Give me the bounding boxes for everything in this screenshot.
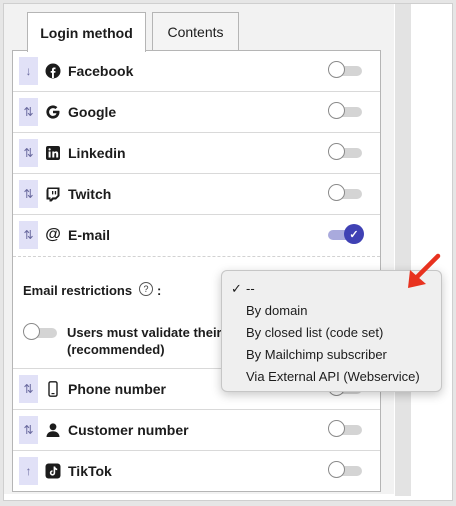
sort-handle[interactable]: ⇅ (19, 98, 38, 126)
sort-handle[interactable]: ⇅ (19, 416, 38, 444)
sort-handle[interactable]: ⇅ (19, 375, 38, 403)
validate-toggle[interactable] (23, 323, 57, 340)
facebook-icon (45, 63, 61, 79)
provider-row-customer-number: ⇅ Customer number (13, 410, 380, 451)
annotation-arrow-icon (408, 253, 441, 288)
provider-row-facebook: ↓ Facebook (13, 51, 380, 92)
sort-handle[interactable]: ⇅ (19, 221, 38, 249)
provider-label: Customer number (68, 422, 189, 438)
provider-row-linkedin: ⇅ Linkedin (13, 133, 380, 174)
person-icon (45, 422, 61, 438)
provider-toggle[interactable]: ✓ (328, 224, 364, 244)
section-divider (13, 256, 380, 257)
check-icon: ✓ (231, 281, 242, 296)
at-icon: @ (45, 226, 61, 243)
twitch-icon (45, 186, 61, 202)
tab-contents[interactable]: Contents (152, 12, 239, 50)
provider-label: Google (68, 104, 117, 120)
provider-label: E-mail (68, 227, 111, 243)
linkedin-icon (45, 145, 61, 161)
provider-toggle[interactable] (328, 61, 362, 78)
dropdown-option[interactable]: By Mailchimp subscriber (246, 347, 387, 362)
dropdown-option[interactable]: By closed list (code set) (246, 325, 383, 340)
dropdown-option[interactable]: -- (246, 281, 255, 296)
tab-login-method[interactable]: Login method (27, 12, 146, 52)
sort-handle[interactable]: ⇅ (19, 139, 38, 167)
provider-row-google: ⇅ Google (13, 92, 380, 133)
sort-handle[interactable]: ⇅ (19, 180, 38, 208)
provider-row-twitch: ⇅ Twitch (13, 174, 380, 215)
sort-handle[interactable]: ↑ (19, 457, 38, 485)
dropdown-option[interactable]: Via External API (Webservice) (246, 369, 420, 384)
provider-label: TikTok (68, 463, 112, 479)
label-colon: : (157, 283, 162, 298)
check-icon: ✓ (344, 224, 364, 244)
provider-label: Facebook (68, 63, 134, 79)
tiktok-icon (45, 463, 61, 479)
provider-row-tiktok: ↑ TikTok (13, 451, 380, 492)
provider-toggle[interactable] (328, 420, 362, 437)
provider-row-email: ⇅ @ E-mail ✓ (13, 215, 380, 256)
provider-label: Linkedin (68, 145, 126, 161)
email-restrictions-label: Email restrictions (23, 283, 133, 298)
provider-label: Phone number (68, 381, 167, 397)
provider-toggle[interactable] (328, 143, 362, 160)
validate-label: Users must validate their (recommended) (67, 325, 222, 357)
sort-handle[interactable]: ↓ (19, 57, 38, 85)
phone-icon (45, 381, 61, 397)
provider-label: Twitch (68, 186, 112, 202)
help-icon[interactable]: ? (139, 282, 153, 296)
provider-toggle[interactable] (328, 461, 362, 478)
dropdown-option[interactable]: By domain (246, 303, 307, 318)
google-icon (45, 104, 61, 120)
provider-toggle[interactable] (328, 102, 362, 119)
provider-toggle[interactable] (328, 184, 362, 201)
